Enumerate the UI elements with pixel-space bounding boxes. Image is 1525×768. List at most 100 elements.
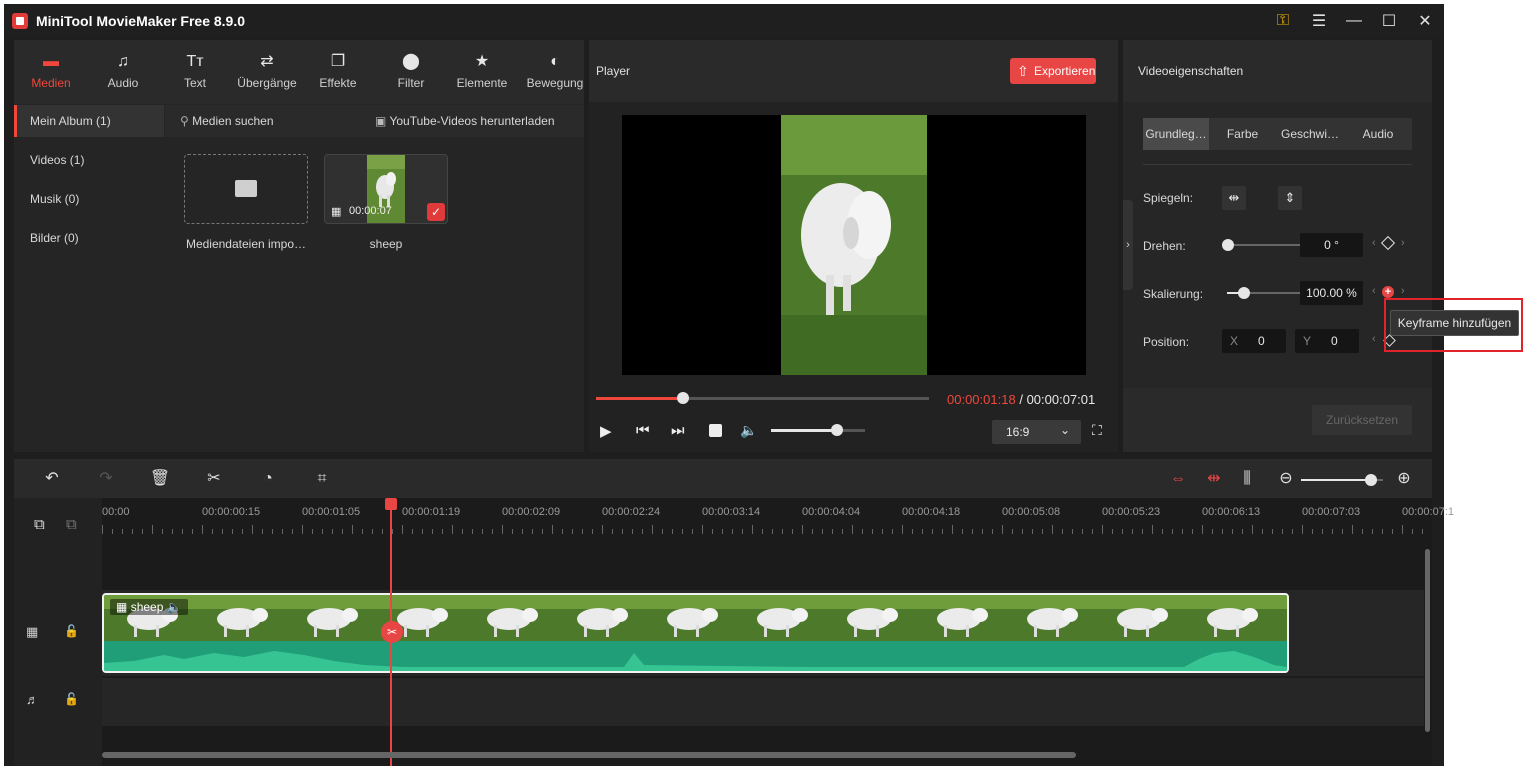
ruler-tick bbox=[292, 529, 293, 534]
position-x-field[interactable]: X 0 bbox=[1222, 329, 1286, 353]
tab-geschwindigkeit[interactable]: Geschwi… bbox=[1276, 118, 1344, 150]
media-clip-sheep[interactable]: ▦ 00:00:07 ✓ bbox=[324, 154, 448, 224]
ruler-tick bbox=[1422, 529, 1423, 534]
add-track-icon[interactable]: ⧉ bbox=[34, 516, 45, 533]
ruler-tick bbox=[392, 529, 393, 534]
playhead-handle[interactable] bbox=[385, 498, 397, 510]
timeline-video-clip[interactable]: ▦ sheep 🔈 bbox=[102, 593, 1289, 673]
ruler-tick bbox=[542, 529, 543, 534]
scale-value-field[interactable]: 100.00 % bbox=[1300, 281, 1363, 305]
close-button[interactable]: ✕ bbox=[1410, 9, 1440, 33]
rotate-slider-handle[interactable] bbox=[1222, 239, 1234, 251]
scale-slider-handle[interactable] bbox=[1238, 287, 1250, 299]
album-musik[interactable]: Musik (0) bbox=[14, 183, 164, 215]
volume-slider[interactable] bbox=[771, 424, 865, 436]
zoom-slider-handle[interactable] bbox=[1365, 474, 1377, 486]
ruler-tick bbox=[1212, 529, 1213, 534]
vertical-scrollbar[interactable] bbox=[1425, 549, 1430, 732]
album-mein-album[interactable]: Mein Album (1) bbox=[14, 105, 164, 137]
next-keyframe-icon[interactable]: › bbox=[1401, 237, 1405, 249]
delete-icon[interactable]: 🗑 bbox=[148, 467, 172, 491]
horizontal-scrollbar[interactable] bbox=[102, 752, 1076, 758]
album-videos[interactable]: Videos (1) bbox=[14, 144, 164, 176]
zoom-slider[interactable] bbox=[1301, 474, 1383, 486]
speed-icon[interactable]: ◔ bbox=[256, 467, 280, 491]
ruler-tick bbox=[372, 529, 373, 534]
redo-icon[interactable]: ↷ bbox=[94, 467, 118, 491]
next-frame-icon[interactable]: ⏭ bbox=[671, 422, 685, 439]
undo-icon[interactable]: ↶ bbox=[40, 467, 64, 491]
reset-button[interactable]: Zurücksetzen bbox=[1312, 405, 1412, 435]
import-media-tile[interactable] bbox=[184, 154, 308, 224]
ruler-tick bbox=[602, 525, 603, 534]
clip-duration: 00:00:07 bbox=[349, 205, 392, 217]
playback-progress[interactable] bbox=[596, 392, 929, 404]
ruler-tick bbox=[1122, 529, 1123, 534]
zoom-in-icon[interactable]: ⊕ bbox=[1392, 467, 1416, 491]
stop-icon[interactable] bbox=[709, 424, 722, 437]
crop-icon[interactable]: ⌗ bbox=[310, 467, 334, 491]
prev-keyframe-icon[interactable]: ‹ bbox=[1372, 285, 1376, 297]
toolbar-elements[interactable]: ★ Elemente bbox=[447, 52, 517, 90]
toolbar-transitions[interactable]: ⇄ Übergänge bbox=[232, 52, 302, 90]
playback-progress-handle[interactable] bbox=[677, 392, 689, 404]
media-search[interactable]: ⚲ Medien suchen bbox=[180, 114, 274, 128]
toolbar-text[interactable]: Tт Text bbox=[160, 52, 230, 90]
prev-keyframe-icon[interactable]: ‹ bbox=[1372, 333, 1376, 345]
music-note-icon: ♫ bbox=[117, 53, 129, 70]
flip-vertical-icon[interactable]: ⇕ bbox=[1278, 186, 1302, 210]
menu-icon[interactable]: ☰ bbox=[1304, 9, 1334, 33]
ruler-tick bbox=[782, 529, 783, 534]
aspect-ratio-select[interactable]: 16:9 ⌄ bbox=[992, 420, 1081, 444]
flip-horizontal-icon[interactable]: ⇹ bbox=[1222, 186, 1246, 210]
lock-icon[interactable]: 🔓 bbox=[64, 624, 79, 638]
export-button[interactable]: ⇧ Exportieren bbox=[1010, 58, 1096, 84]
maximize-button[interactable]: ☐ bbox=[1374, 9, 1404, 33]
fullscreen-icon[interactable]: ⛶ bbox=[1092, 422, 1102, 439]
ruler-tick bbox=[942, 529, 943, 534]
album-bilder[interactable]: Bilder (0) bbox=[14, 222, 164, 254]
collapse-panel-handle[interactable]: › bbox=[1123, 200, 1133, 290]
tab-farbe[interactable]: Farbe bbox=[1209, 118, 1276, 150]
previous-frame-icon[interactable]: ⏮ bbox=[636, 422, 650, 439]
toolbar-filter[interactable]: ⬤ Filter bbox=[376, 52, 446, 90]
add-keyframe-icon[interactable]: + bbox=[1382, 286, 1394, 298]
next-keyframe-icon[interactable]: › bbox=[1401, 285, 1405, 297]
ruler-tick bbox=[732, 529, 733, 534]
toolbar-effects[interactable]: ❐ Effekte bbox=[303, 52, 373, 90]
volume-icon[interactable]: 🔈 bbox=[740, 422, 757, 439]
snap-icon[interactable]: ⇹ bbox=[1202, 467, 1226, 491]
remove-track-icon[interactable]: ⧉ bbox=[66, 516, 77, 533]
audio-mix-icon[interactable]: ⫼ bbox=[1235, 467, 1259, 491]
toolbar-audio[interactable]: ♫ Audio bbox=[88, 52, 158, 90]
toolbar-motion[interactable]: ◐ Bewegung bbox=[520, 52, 590, 90]
ruler-tick bbox=[1322, 529, 1323, 534]
audio-track-bg bbox=[102, 678, 1424, 726]
position-y-field[interactable]: Y 0 bbox=[1295, 329, 1359, 353]
rotate-slider[interactable] bbox=[1227, 244, 1311, 246]
time-display: 00:00:01:18 / 00:00:07:01 bbox=[947, 392, 1096, 407]
youtube-download-button[interactable]: ▣ YouTube-Videos herunterladen bbox=[375, 114, 555, 128]
split-clip-icon[interactable]: ✂ bbox=[381, 621, 403, 643]
ruler-tick bbox=[1232, 529, 1233, 534]
timeline-ruler[interactable]: 00:00 00:00:00:15 00:00:01:05 00:00:01:19 00… bbox=[102, 498, 1454, 542]
volume-slider-handle[interactable] bbox=[831, 424, 843, 436]
play-icon[interactable]: ▶ bbox=[600, 422, 612, 440]
tab-audio[interactable]: Audio bbox=[1344, 118, 1412, 150]
ruler-tick bbox=[172, 529, 173, 534]
ruler-tick bbox=[1222, 529, 1223, 534]
prev-keyframe-icon[interactable]: ‹ bbox=[1372, 237, 1376, 249]
lock-icon[interactable]: 🔓 bbox=[64, 692, 79, 706]
checkmark-icon[interactable]: ✓ bbox=[427, 203, 445, 221]
tab-grundlegend[interactable]: Grundleg… bbox=[1143, 118, 1209, 150]
key-icon[interactable]: ⚿ bbox=[1268, 9, 1298, 33]
fit-timeline-icon[interactable]: ⇔ bbox=[1166, 467, 1190, 491]
toolbar-medien[interactable]: ▬ Medien bbox=[16, 52, 86, 90]
rotate-value-field[interactable]: 0 ° bbox=[1300, 233, 1363, 257]
ruler-tick bbox=[642, 529, 643, 534]
ruler-tick bbox=[1042, 529, 1043, 534]
zoom-out-icon[interactable]: ⊖ bbox=[1274, 467, 1298, 491]
minimize-button[interactable]: — bbox=[1339, 9, 1369, 33]
split-icon[interactable]: ✂ bbox=[202, 467, 226, 491]
ruler-tick bbox=[622, 529, 623, 534]
